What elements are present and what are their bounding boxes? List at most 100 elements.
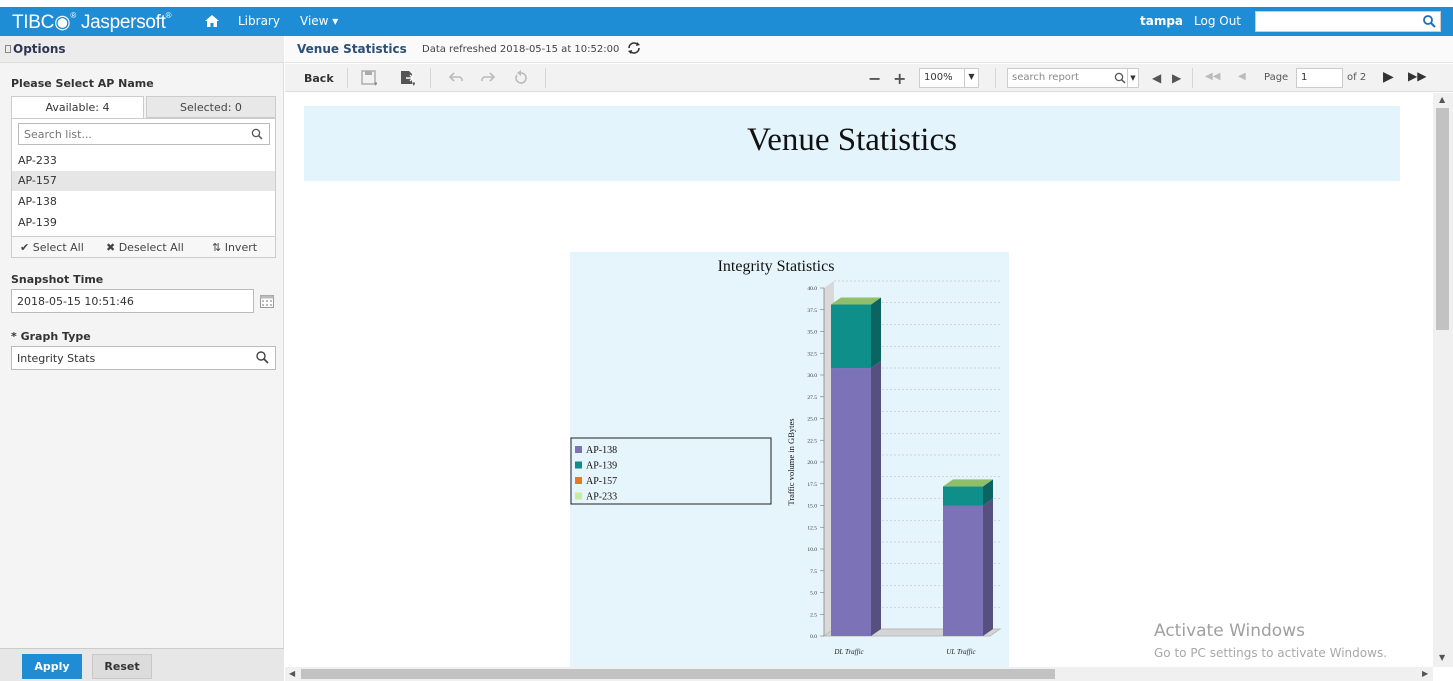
svg-text:▾: ▾ <box>374 80 377 86</box>
prev-page-icon[interactable]: ◀ <box>1238 71 1246 82</box>
vertical-scroll-thumb[interactable] <box>1436 108 1449 330</box>
select-all-button[interactable]: ✔ Select All <box>20 241 84 254</box>
report-header: Venue Statistics Data refreshed 2018-05-… <box>285 36 1453 63</box>
nav-view-menu[interactable]: View ▾ <box>300 14 338 28</box>
y-tick-label: 32.5 <box>807 351 817 357</box>
next-page-icon[interactable]: ▶ <box>1383 69 1394 85</box>
back-button[interactable]: Back <box>304 72 334 85</box>
options-action-bar: Apply Reset <box>0 648 284 681</box>
search-report-input[interactable]: search report <box>1007 68 1135 88</box>
y-tick-label: 10.0 <box>807 547 817 553</box>
vertical-scrollbar[interactable]: ▲ ▼ <box>1433 93 1453 667</box>
snapshot-time-label: Snapshot Time <box>11 273 104 286</box>
chart-svg: Integrity Statistics 0.0 2.5 5.0 7.5 10.0 12.5… <box>570 258 1002 656</box>
search-options-dropdown[interactable]: ▼ <box>1127 68 1139 88</box>
bar-segment <box>831 304 871 369</box>
y-tick-label: 2.5 <box>810 612 817 618</box>
snapshot-time-input[interactable]: 2018-05-15 10:51:46 <box>11 289 254 313</box>
logout-link[interactable]: Log Out <box>1194 14 1241 28</box>
y-tick-label: 22.5 <box>807 438 817 444</box>
scroll-right-icon[interactable]: ▶ <box>1422 669 1428 678</box>
top-nav-bar: TIBC◉® Jaspersoft® Library View ▾ tampa … <box>0 7 1453 36</box>
redo-icon[interactable] <box>480 70 496 86</box>
save-icon[interactable]: ▾ <box>361 70 377 86</box>
toolbar-divider <box>545 68 546 88</box>
horizontal-scrollbar[interactable]: ◀ ▶ <box>285 667 1433 681</box>
list-search-box[interactable] <box>18 123 270 145</box>
y-tick-label: 5.0 <box>810 591 817 597</box>
options-title: Options <box>13 42 66 56</box>
ap-tabs: Available: 4 Selected: 0 <box>11 96 276 118</box>
tibco-jaspersoft-logo[interactable]: TIBC◉® Jaspersoft® <box>12 11 172 34</box>
zoom-select[interactable]: 100% ▼ <box>919 68 979 88</box>
list-item[interactable]: AP-157 <box>12 171 275 191</box>
horizontal-scroll-thumb[interactable] <box>301 669 1055 679</box>
activate-windows-subtitle: Go to PC settings to activate Windows. <box>1154 646 1388 660</box>
search-prev-icon[interactable]: ◀ <box>1152 71 1161 85</box>
y-tick-label: 25.0 <box>807 417 817 423</box>
global-search-input[interactable] <box>1255 11 1441 32</box>
y-tick-label: 17.5 <box>807 482 817 488</box>
refresh-icon[interactable] <box>626 41 642 55</box>
nav-library[interactable]: Library <box>238 14 280 28</box>
report-canvas: Venue Statistics Integrity Statistics 0.0… <box>285 93 1433 667</box>
apply-button[interactable]: Apply <box>22 654 82 679</box>
legend-label: AP-233 <box>586 492 617 503</box>
banner-title: Venue Statistics <box>747 122 957 158</box>
toolbar-divider <box>347 68 348 88</box>
toolbar-divider <box>995 68 996 88</box>
scroll-up-icon[interactable]: ▲ <box>1439 95 1445 104</box>
reset-button[interactable]: Reset <box>92 654 152 679</box>
tab-selected[interactable]: Selected: 0 <box>146 96 276 118</box>
username: tampa <box>1140 14 1184 28</box>
bar-segment <box>943 486 983 506</box>
list-item[interactable]: AP-138 <box>12 192 275 212</box>
zoom-out-button[interactable]: − <box>868 69 881 88</box>
tab-available[interactable]: Available: 4 <box>11 96 144 118</box>
report-name: Venue Statistics <box>297 42 407 56</box>
y-tick-label: 27.5 <box>807 395 817 401</box>
invert-button[interactable]: ⇅ Invert <box>212 241 257 254</box>
zoom-value: 100% <box>924 72 953 83</box>
search-next-icon[interactable]: ▶ <box>1172 71 1181 85</box>
y-tick-label: 15.0 <box>807 504 817 510</box>
undo-icon[interactable] <box>448 70 464 86</box>
search-icon[interactable] <box>1114 72 1126 84</box>
legend-swatch <box>575 446 582 453</box>
chevron-down-icon[interactable]: ▼ <box>964 69 978 87</box>
list-item[interactable]: AP-233 <box>12 151 275 171</box>
scroll-left-icon[interactable]: ◀ <box>289 669 295 678</box>
y-tick-label: 12.5 <box>807 525 817 531</box>
bar-segment-side <box>871 361 881 636</box>
invert-icon: ⇅ <box>212 241 222 254</box>
graph-type-label: * Graph Type <box>11 330 91 343</box>
first-page-icon[interactable]: ◀◀ <box>1205 71 1220 82</box>
activate-windows-title: Activate Windows <box>1154 621 1305 641</box>
undo-all-icon[interactable] <box>513 70 529 86</box>
y-axis-label: Traffic volume in GBytes <box>786 418 796 505</box>
search-icon[interactable] <box>251 128 263 140</box>
y-tick-label: 40.0 <box>807 286 817 292</box>
list-item[interactable]: AP-139 <box>12 213 275 233</box>
export-icon[interactable]: ▾ <box>399 70 415 86</box>
y-tick-label: 7.5 <box>810 569 817 575</box>
refresh-status: Data refreshed 2018-05-15 at 10:52:00 <box>422 44 620 55</box>
list-search-input[interactable] <box>24 125 244 143</box>
zoom-in-button[interactable]: + <box>893 69 906 88</box>
bar-segment-side <box>871 297 881 369</box>
graph-type-select[interactable]: Integrity Stats <box>11 346 276 370</box>
last-page-icon[interactable]: ▶▶ <box>1408 69 1426 83</box>
deselect-all-button[interactable]: ✖ Deselect All <box>106 241 184 254</box>
search-report-placeholder: search report <box>1012 72 1079 83</box>
page-number-input[interactable]: 1 <box>1296 68 1343 88</box>
options-header[interactable]: Options <box>0 36 284 63</box>
integrity-chart: Integrity Statistics 0.0 2.5 5.0 7.5 10.0 12.5… <box>570 252 1009 667</box>
home-icon[interactable] <box>205 15 219 27</box>
calendar-icon[interactable] <box>260 294 274 308</box>
scroll-down-icon[interactable]: ▼ <box>1439 653 1445 662</box>
search-icon[interactable] <box>256 351 269 364</box>
search-icon[interactable] <box>1423 15 1436 28</box>
report-banner: Venue Statistics <box>304 106 1400 181</box>
toolbar-divider <box>430 68 431 88</box>
collapse-icon[interactable] <box>5 45 11 53</box>
